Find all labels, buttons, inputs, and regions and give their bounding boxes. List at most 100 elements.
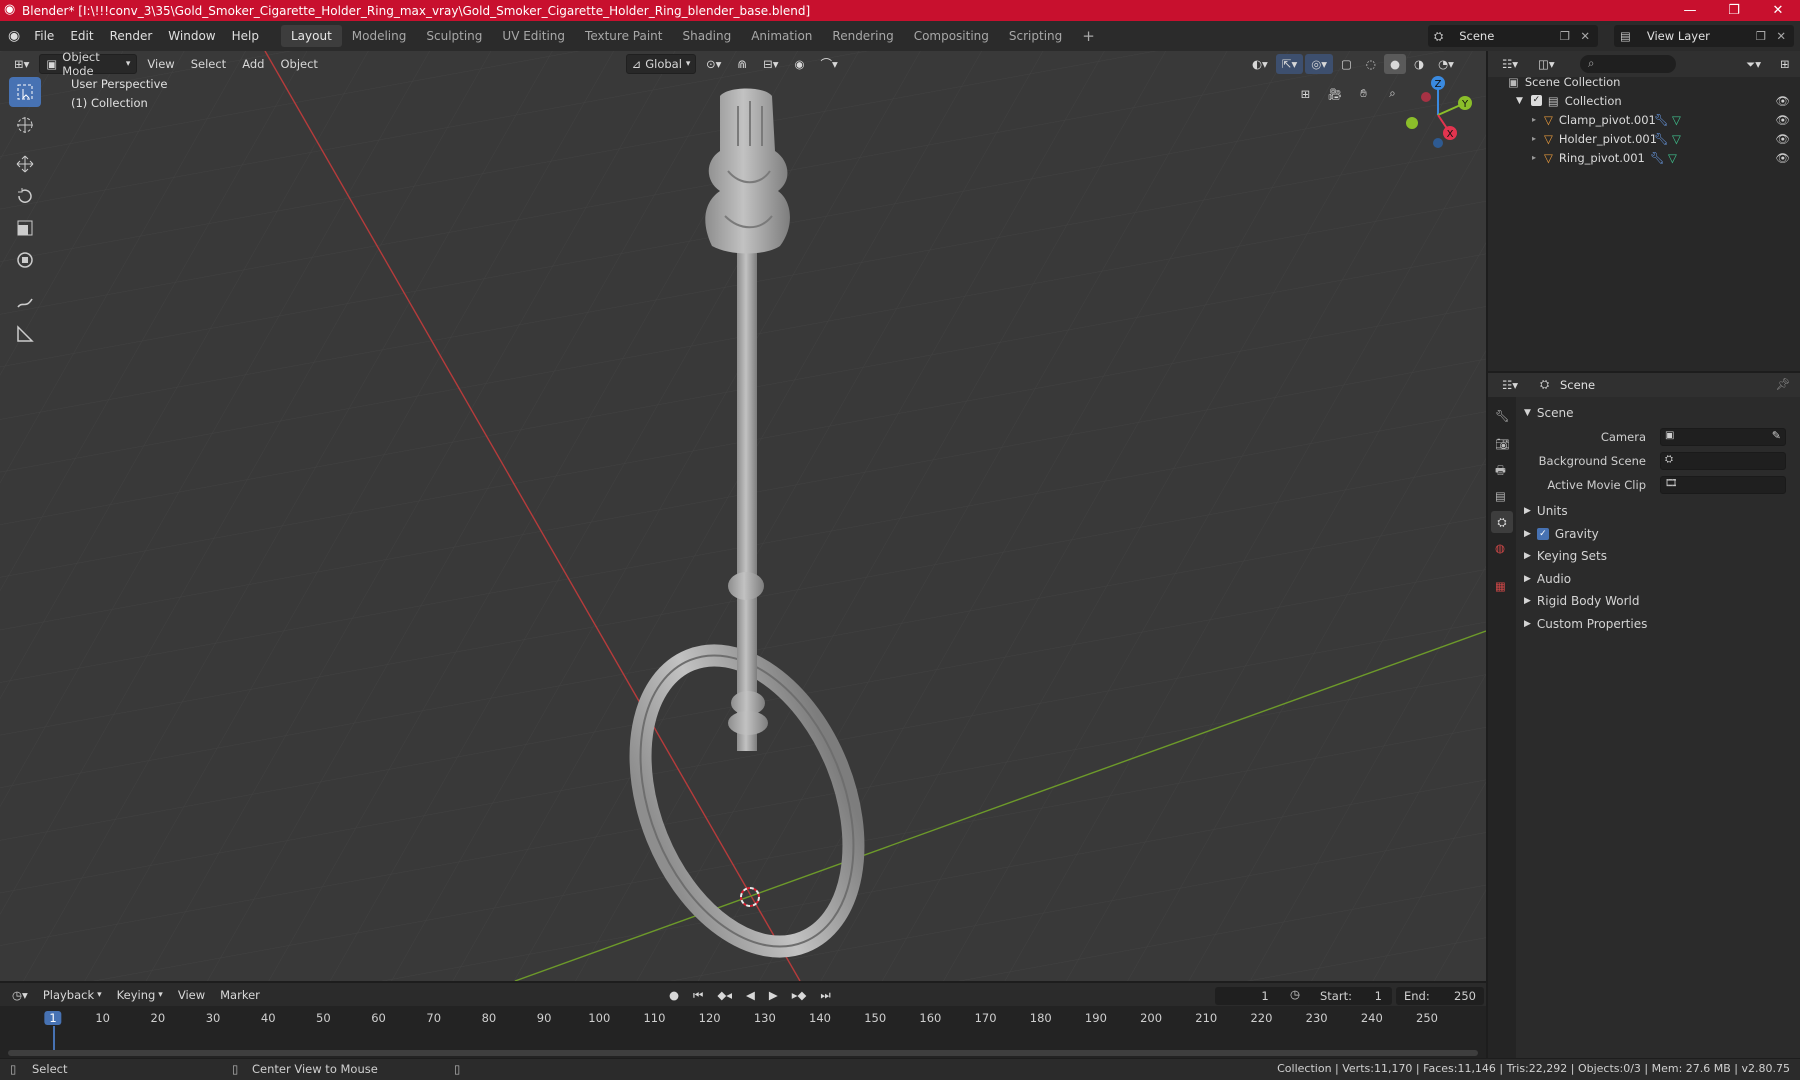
wireframe-shading-icon[interactable]: ◌ <box>1360 54 1382 74</box>
rotate-tool-icon[interactable] <box>9 181 41 211</box>
playhead[interactable] <box>53 1026 55 1052</box>
menu-keying[interactable]: Keying ▾ <box>111 985 169 1005</box>
snap-target-icon[interactable]: ⊟▾ <box>757 54 784 74</box>
scale-tool-icon[interactable] <box>9 213 41 243</box>
tab-animation[interactable]: Animation <box>741 25 822 47</box>
scene-tab-icon[interactable]: ⛭ <box>1491 511 1513 533</box>
expand-icon[interactable]: ▶ <box>1524 551 1531 561</box>
expand-icon[interactable]: ▸ <box>1532 115 1536 124</box>
expand-icon[interactable]: ▶ <box>1524 619 1531 629</box>
expand-icon[interactable]: ▸ <box>1532 134 1536 143</box>
maximize-icon[interactable]: ❐ <box>1712 0 1756 21</box>
tool-tab-icon[interactable]: 🔧︎ <box>1495 409 1510 423</box>
menu-playback[interactable]: Playback ▾ <box>37 985 108 1005</box>
annotate-tool-icon[interactable] <box>9 287 41 317</box>
material-shading-icon[interactable]: ◑ <box>1408 54 1430 74</box>
keying-sets-panel-header[interactable]: ▶ Keying Sets <box>1516 546 1788 566</box>
world-tab-icon[interactable]: ◍ <box>1495 541 1505 555</box>
tab-compositing[interactable]: Compositing <box>904 25 999 47</box>
menu-file[interactable]: File <box>26 29 62 43</box>
camera-field[interactable]: ▣ ✎ <box>1660 428 1786 446</box>
texture-tab-icon[interactable]: ▦ <box>1495 579 1506 593</box>
delete-view-layer-icon[interactable]: ✕ <box>1776 29 1786 43</box>
display-mode-icon[interactable]: ◫▾ <box>1532 54 1561 74</box>
active-movie-clip-field[interactable]: 🎞︎ <box>1660 476 1786 494</box>
outliner-object-ring[interactable]: ▸ ▽ Ring_pivot.001 🔧︎ ▽ 👁︎ <box>1532 148 1796 167</box>
new-collection-icon[interactable]: ⊞ <box>1774 54 1796 74</box>
timeline-track[interactable]: 1 10 20 30 40 50 60 70 80 90 100 110 120 130 140 150 160… <box>0 1006 1486 1058</box>
expand-icon[interactable]: ▸ <box>1532 153 1536 162</box>
expand-icon[interactable]: ▶ <box>1524 574 1531 584</box>
expand-icon[interactable]: ▶ <box>1524 506 1531 516</box>
start-frame-field[interactable]: Start: 1 <box>1308 987 1392 1005</box>
visibility-icon[interactable]: ◐▾ <box>1246 54 1274 74</box>
move-tool-icon[interactable] <box>9 149 41 179</box>
timeline-editor-type-icon[interactable]: ◷▾ <box>6 985 34 1005</box>
custom-properties-panel-header[interactable]: ▶ Custom Properties <box>1516 614 1788 634</box>
collapse-icon[interactable]: ▼ <box>1524 408 1531 418</box>
properties-editor-type-icon[interactable]: ☷▾ <box>1496 375 1524 395</box>
solid-shading-icon[interactable]: ● <box>1383 54 1407 74</box>
view-layer-selector[interactable]: ▤ View Layer ❐ ✕ <box>1614 25 1794 47</box>
measure-tool-icon[interactable] <box>9 319 41 349</box>
toggle-camera-view-icon[interactable]: ⊞ <box>1293 81 1318 106</box>
menu-help[interactable]: Help <box>224 29 267 43</box>
outliner-collection[interactable]: ▼ ✓ ▤ Collection 👁︎ <box>1516 91 1796 110</box>
gizmo-toggle-icon[interactable]: ⇱▾ <box>1275 54 1304 74</box>
outliner-scene-collection[interactable]: ▣ Scene Collection <box>1508 72 1620 91</box>
menu-marker[interactable]: Marker <box>214 985 266 1005</box>
expand-collection-icon[interactable]: ▼ <box>1516 96 1523 106</box>
minimize-icon[interactable]: — <box>1668 0 1712 21</box>
units-panel-header[interactable]: ▶ Units <box>1516 501 1788 521</box>
falloff-icon[interactable]: ⌒▾ <box>815 54 844 74</box>
select-box-icon[interactable] <box>9 77 41 107</box>
audio-panel-header[interactable]: ▶ Audio <box>1516 569 1788 589</box>
menu-timeline-view[interactable]: View <box>172 985 211 1005</box>
pin-icon[interactable]: 📌︎ <box>1775 377 1790 391</box>
tab-texture-paint[interactable]: Texture Paint <box>575 25 672 47</box>
outliner-object-clamp[interactable]: ▸ ▽ Clamp_pivot.001 🔧︎ ▽ 👁︎ <box>1532 110 1796 129</box>
orientation-dropdown[interactable]: ⊿ Global ▾ <box>626 54 696 74</box>
menu-select[interactable]: Select <box>185 54 232 74</box>
outliner-search-input[interactable]: ⌕ <box>1580 55 1676 73</box>
clock-icon[interactable]: ◷ <box>1290 987 1300 1001</box>
tab-scripting[interactable]: Scripting <box>999 25 1072 47</box>
rendered-shading-icon[interactable]: ◔▾ <box>1432 54 1460 74</box>
output-tab-icon[interactable]: 🖶︎ <box>1495 463 1506 482</box>
viewport-3d[interactable]: ⊞▾ ▣ Object Mode ▾ View Select Add Objec… <box>0 51 1486 981</box>
tab-shading[interactable]: Shading <box>672 25 741 47</box>
play-icon[interactable]: ▶ <box>763 985 784 1005</box>
eyedropper-icon[interactable]: ✎ <box>1772 429 1781 442</box>
outliner-object-holder[interactable]: ▸ ▽ Holder_pivot.001 🔧︎ ▽ 👁︎ <box>1532 129 1796 148</box>
outliner-editor-type-icon[interactable]: ☷▾ <box>1496 54 1524 74</box>
mode-dropdown[interactable]: ▣ Object Mode ▾ <box>39 51 138 78</box>
camera-view-icon[interactable]: 🎥︎ <box>1322 81 1347 106</box>
scene-selector[interactable]: ⛭ Scene ❐ ✕ <box>1428 25 1598 47</box>
tab-rendering[interactable]: Rendering <box>822 25 903 47</box>
object-visibility-icon[interactable]: 👁︎ <box>1775 113 1790 127</box>
filter-icon[interactable]: ⏷▾ <box>1740 54 1767 74</box>
render-tab-icon[interactable]: 📷︎ <box>1495 437 1510 451</box>
timeline-scrollbar[interactable] <box>8 1050 1478 1056</box>
menu-window[interactable]: Window <box>160 29 223 43</box>
snap-icon[interactable]: ⋒ <box>731 54 753 74</box>
tab-layout[interactable]: Layout <box>280 25 342 47</box>
view-layer-tab-icon[interactable]: ▤ <box>1495 489 1506 503</box>
editor-type-icon[interactable]: ⊞▾ <box>8 54 35 74</box>
add-workspace-icon[interactable]: + <box>1072 23 1105 49</box>
play-reverse-icon[interactable]: ◀ <box>740 985 761 1005</box>
object-visibility-icon[interactable]: 👁︎ <box>1775 151 1790 165</box>
collection-visibility-icon[interactable]: 👁︎ <box>1775 94 1790 108</box>
xray-icon[interactable]: ▢ <box>1335 54 1358 74</box>
tab-modeling[interactable]: Modeling <box>342 25 417 47</box>
object-visibility-icon[interactable]: 👁︎ <box>1775 132 1790 146</box>
gravity-panel-header[interactable]: ▶ ✓ Gravity <box>1516 524 1788 544</box>
tab-uv-editing[interactable]: UV Editing <box>492 25 575 47</box>
jump-start-icon[interactable]: ⏮ <box>687 985 709 1005</box>
menu-object[interactable]: Object <box>274 54 323 74</box>
transform-tool-icon[interactable] <box>9 245 41 275</box>
jump-end-icon[interactable]: ⏭ <box>814 985 836 1005</box>
menu-add[interactable]: Add <box>236 54 270 74</box>
close-icon[interactable]: ✕ <box>1756 0 1800 21</box>
record-icon[interactable]: ● <box>663 985 685 1005</box>
